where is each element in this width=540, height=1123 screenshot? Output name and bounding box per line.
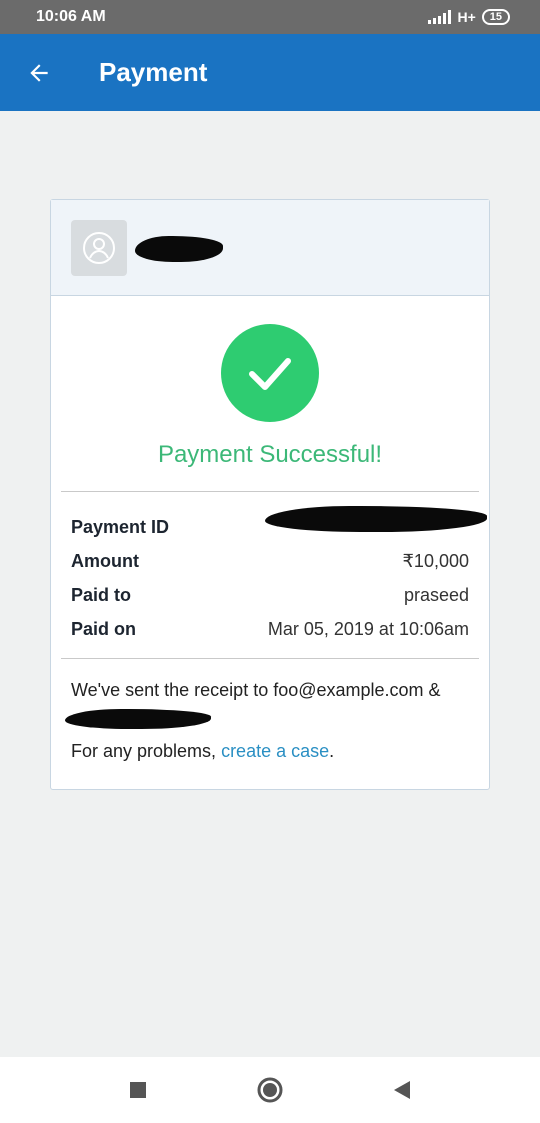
detail-value: praseed (403, 584, 469, 605)
detail-label: Paid to (71, 584, 132, 605)
user-icon (83, 231, 115, 264)
battery-level: 15 (489, 11, 502, 23)
redacted-phone (65, 709, 211, 729)
square-icon (130, 1082, 146, 1098)
recents-button[interactable] (118, 1070, 158, 1110)
status-bar: 10:06 AM H+ 15 (0, 0, 540, 34)
detail-label: Amount (71, 550, 139, 571)
back-nav-button[interactable] (382, 1070, 422, 1110)
receipt-footer: We've sent the receipt to foo@example.co… (51, 659, 489, 782)
detail-row-amount: Amount ₹10,000 (71, 544, 469, 578)
check-icon (249, 358, 291, 390)
success-badge (221, 324, 319, 422)
status-time: 10:06 AM (36, 8, 106, 25)
create-case-link[interactable]: create a case (221, 741, 329, 761)
battery-icon: 15 (481, 9, 510, 25)
system-nav-bar (0, 1057, 540, 1123)
detail-value: Mar 05, 2019 at 10:06am (267, 618, 469, 639)
merchant-header (51, 200, 489, 296)
payment-details: Payment ID Amount ₹10,000 Paid to prasee… (51, 492, 489, 658)
success-section: Payment Successful! (51, 296, 489, 491)
signal-icon (428, 10, 452, 24)
payment-receipt-card: Payment Successful! Payment ID Amount ₹1… (50, 199, 490, 790)
triangle-back-icon (394, 1081, 410, 1099)
detail-label: Paid on (71, 618, 137, 639)
redacted-payment-id (265, 506, 487, 532)
back-button[interactable] (9, 43, 69, 103)
page-title: Payment (99, 57, 208, 87)
home-button[interactable] (250, 1070, 290, 1110)
app-bar: Payment (0, 34, 540, 111)
merchant-avatar (71, 219, 127, 276)
detail-row-paid-on: Paid on Mar 05, 2019 at 10:06am (71, 612, 469, 646)
detail-row-paid-to: Paid to praseed (71, 578, 469, 612)
support-period: . (329, 741, 335, 761)
support-line: For any problems, create a case. (71, 738, 469, 764)
support-text: For any problems, (71, 741, 222, 761)
redacted-merchant-name (135, 236, 223, 262)
circle-icon (257, 1077, 283, 1103)
success-message: Payment Successful! (157, 441, 383, 468)
detail-value: ₹10,000 (402, 550, 469, 571)
arrow-left-icon (30, 63, 48, 82)
detail-label: Payment ID (71, 516, 170, 537)
receipt-notice: We've sent the receipt to foo@example.co… (71, 680, 441, 700)
status-indicators: H+ 15 (428, 9, 510, 25)
network-type: H+ (457, 9, 476, 25)
